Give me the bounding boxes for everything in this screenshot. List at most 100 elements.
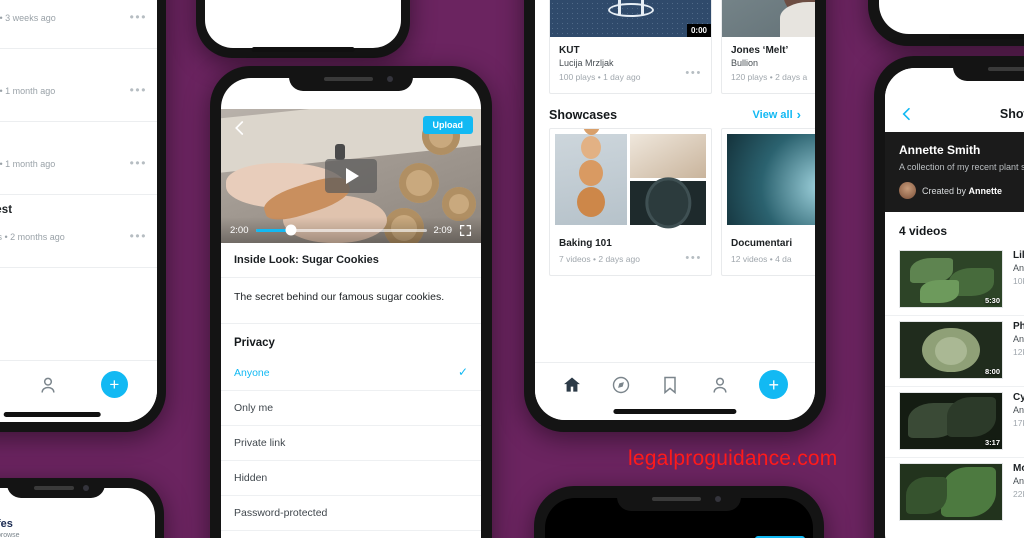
phone-bottom-left-sliver: fes browse (0, 478, 164, 538)
recent-videos-carousel[interactable]: KUT 0:00 KUT Lucija Mrzljak 100 plays • … (535, 0, 815, 94)
duration-badge: 0:00 (686, 24, 711, 37)
table-row[interactable]: Prauge Will Clark 32k plays • 3 weeks ag… (0, 0, 157, 49)
video-title: Cycar (1013, 392, 1024, 403)
home-icon[interactable] (562, 375, 582, 395)
video-count-label: 4 videos (899, 224, 948, 238)
video-stats: 100 plays • 1 day ago (559, 72, 641, 82)
watermark: legalproguidance.com (628, 447, 838, 470)
showcase-title: Baking 101 (559, 238, 612, 249)
privacy-option-hidden[interactable]: Hidden (221, 461, 481, 496)
video-author: Annett (1013, 476, 1024, 486)
video-stats: 10k pla (1013, 276, 1024, 286)
check-icon: ✓ (457, 365, 468, 379)
chevron-right-icon: › (796, 107, 801, 122)
table-row[interactable]: Paris Will Clark 90k plays • 1 month ago… (0, 122, 157, 195)
phone-video-detail-screen: Upload 2:00 2:09 Inside Look: Sugar Cook… (221, 78, 481, 538)
phone-bottom-center-sliver: Upload (534, 486, 824, 538)
section-header-showcases: Showcases View all › (535, 94, 815, 128)
table-row[interactable]: Budapest Will Clark 102k plays • 2 month… (0, 195, 157, 268)
video-player[interactable]: Upload 2:00 2:09 (221, 109, 481, 243)
list-item-meta: 102k plays • 2 months ago (0, 232, 65, 242)
home-indicator (949, 34, 1024, 39)
more-options-icon[interactable]: ••• (130, 156, 147, 170)
page-title: Showcas (999, 107, 1024, 121)
video-author: Annett (1013, 263, 1024, 273)
more-options-icon[interactable]: ••• (685, 67, 702, 79)
phone-top-sliver (196, 0, 410, 58)
duration-time: 2:09 (433, 224, 453, 236)
video-list[interactable]: 12k plays • 2 weeks ago ••• Prauge Will … (0, 0, 157, 422)
video-info: Mons Annett 22k pla (1013, 463, 1024, 521)
duration-label: 5:30 (984, 296, 1000, 305)
video-title: Inside Look: Sugar Cookies (221, 243, 481, 278)
duration-label: 8:00 (984, 367, 1000, 376)
phone-home-feed: My recent videos View all › KUT (524, 0, 826, 432)
back-icon[interactable] (899, 106, 915, 122)
more-options-icon[interactable]: ••• (130, 83, 147, 97)
phone-showcase-detail-screen: Showcas Annette Smith A collection of my… (885, 68, 1024, 538)
option-label: Password-protected (234, 507, 328, 519)
phone-top-right-sliver-screen (879, 0, 1024, 34)
back-icon[interactable] (231, 119, 249, 137)
created-by-row: Created by Annette (899, 182, 1024, 199)
table-row[interactable]: 5:30 Lilac Annett 10k pla (885, 245, 1024, 316)
more-options-icon[interactable]: ••• (130, 10, 147, 24)
showcases-carousel[interactable]: Baking 101 7 videos • 2 days ago ••• Doc… (535, 128, 815, 276)
player-controls: 2:00 2:09 (221, 217, 481, 243)
more-options-icon[interactable]: ••• (685, 252, 702, 264)
privacy-option-anyone[interactable]: Anyone ✓ (221, 356, 481, 391)
device-notch (617, 486, 741, 511)
showcase-card[interactable]: Documentari 12 videos • 4 da (721, 128, 815, 276)
showcase-title: Documentari (731, 238, 793, 249)
list-item-meta: 32k plays • 3 weeks ago (0, 13, 56, 23)
create-button[interactable]: + (759, 370, 789, 399)
bookmark-icon[interactable] (660, 375, 680, 395)
video-card[interactable]: KUT 0:00 KUT Lucija Mrzljak 100 plays • … (549, 0, 712, 94)
privacy-option-password-protected[interactable]: Password-protected (221, 496, 481, 531)
showcase-owner-name: Annette Smith (899, 143, 981, 157)
privacy-option-private-link[interactable]: Private link (221, 426, 481, 461)
table-row[interactable]: Mons Annett 22k pla (885, 458, 1024, 528)
current-time: 2:00 (230, 224, 249, 236)
fullscreen-icon[interactable] (459, 224, 472, 237)
video-title: Philod (1013, 321, 1024, 332)
list-item-author: Will Clark (0, 218, 145, 229)
video-thumbnail: 8:00 (899, 321, 1003, 379)
app-title: fes (0, 518, 13, 530)
wave-photo (727, 134, 815, 225)
upload-button[interactable]: Upload (422, 116, 473, 134)
privacy-option-only-me[interactable]: Only me (221, 391, 481, 426)
table-row[interactable]: Berlin Will Clark 92k plays • 1 month ag… (0, 49, 157, 122)
person-icon[interactable] (710, 375, 730, 395)
home-indicator (251, 47, 355, 52)
video-thumbnail: 3:17 (899, 392, 1003, 450)
video-title: KUT (559, 45, 580, 56)
progress-slider[interactable] (255, 224, 427, 236)
list-item-title: Berlin (0, 58, 145, 70)
more-options-icon[interactable]: ••• (130, 229, 147, 243)
showcase-stats: 12 videos • 4 da (731, 254, 792, 264)
table-row[interactable]: 8:00 Philod Annett 12k pla (885, 316, 1024, 387)
person-icon[interactable] (38, 375, 58, 395)
video-author: Lucija Mrzljak (559, 58, 614, 68)
video-thumbnail: KUT 0:00 (550, 0, 711, 37)
showcase-card[interactable]: Baking 101 7 videos • 2 days ago ••• (549, 128, 712, 276)
baking-collage (555, 129, 706, 229)
create-button[interactable]: + (100, 371, 128, 398)
video-info: Lilac Annett 10k pla (1013, 250, 1024, 308)
table-row[interactable]: 3:17 Cycar Annett 17k pla (885, 387, 1024, 458)
compass-icon[interactable] (611, 375, 631, 395)
portrait-photo (722, 0, 815, 37)
phone-my-videos: 12k plays • 2 weeks ago ••• Prauge Will … (0, 0, 166, 432)
list-item-title: Budapest (0, 204, 13, 216)
video-stats: 22k pla (1013, 489, 1024, 499)
video-author: Annett (1013, 334, 1024, 344)
home-indicator (613, 409, 737, 414)
list-item-meta: 92k plays • 1 month ago (0, 86, 56, 96)
play-icon[interactable] (325, 159, 377, 193)
slider-handle[interactable] (285, 224, 297, 236)
video-stats: 12k pla (1013, 347, 1024, 357)
video-card[interactable]: Jones ‘Melt’ Bullion 120 plays • 2 days … (721, 0, 815, 94)
view-all-showcases-button[interactable]: View all › (753, 107, 802, 122)
video-card-meta: Jones ‘Melt’ Bullion 120 plays • 2 days … (722, 37, 815, 93)
